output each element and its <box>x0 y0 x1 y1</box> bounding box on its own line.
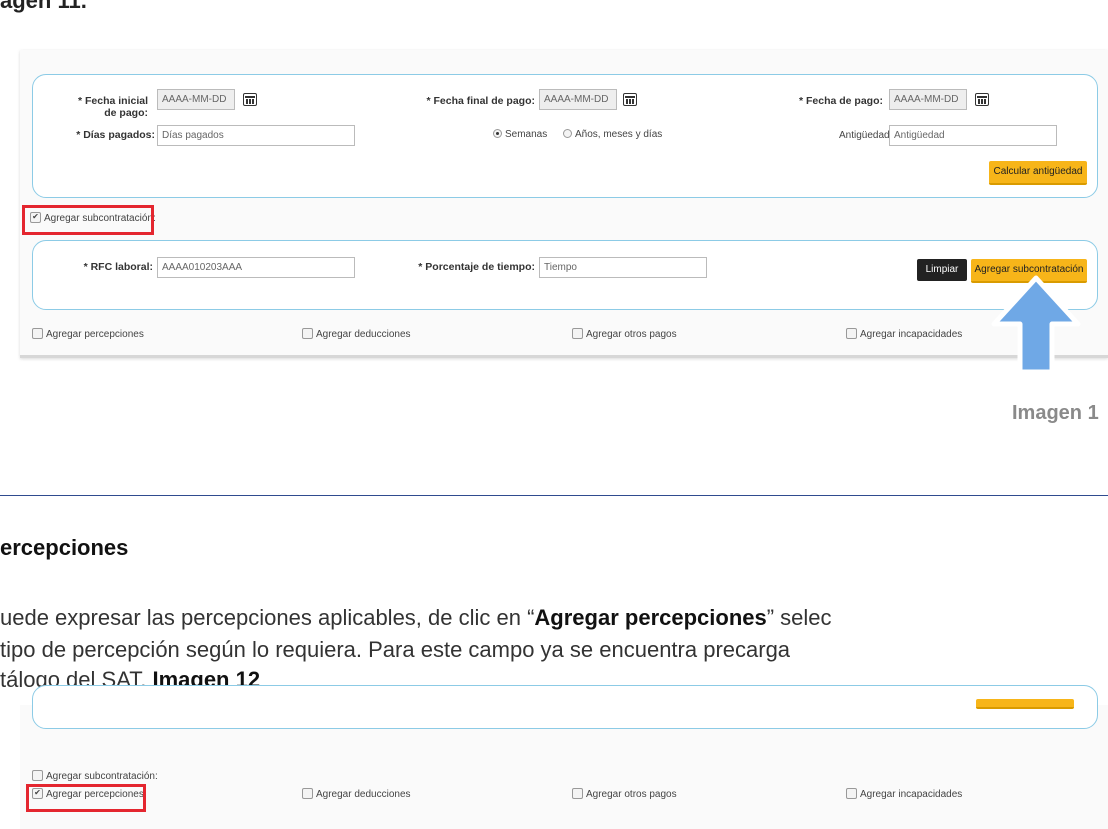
subcontratacion-panel: * RFC laboral: AAAA010203AAA * Porcentaj… <box>32 240 1098 310</box>
section-heading: ercepciones <box>0 535 129 560</box>
dias-pagados-label: * Días pagados: <box>76 129 155 141</box>
checkbox-icon <box>846 788 857 799</box>
subcontratacion-checkbox-label: Agregar subcontratación: <box>46 771 158 783</box>
paragraph-text: uede expresar las percepciones aplicable… <box>0 605 535 630</box>
calendar-icon[interactable] <box>623 93 637 106</box>
checkbox-icon <box>572 788 583 799</box>
section-divider <box>0 495 1108 496</box>
otros-pagos-checkbox[interactable]: Agregar otros pagos <box>572 328 677 341</box>
deducciones-checkbox[interactable]: Agregar deducciones <box>302 328 411 341</box>
paragraph-line-2: tipo de percepción según lo requiera. Pa… <box>0 637 791 662</box>
image-caption: Imagen 1 <box>1012 402 1099 424</box>
limpiar-button[interactable]: Limpiar <box>917 259 967 281</box>
checkbox-icon <box>572 328 583 339</box>
deducciones-checkbox[interactable]: Agregar deducciones <box>302 788 411 801</box>
radio-anos-label: Años, meses y días <box>575 129 663 140</box>
radio-anos[interactable]: Años, meses y días <box>563 128 663 140</box>
highlight-box <box>22 205 154 235</box>
highlight-box <box>26 784 146 812</box>
otros-pagos-label: Agregar otros pagos <box>586 329 677 341</box>
dias-pagados-input[interactable]: Días pagados <box>157 125 355 146</box>
deducciones-label: Agregar deducciones <box>316 329 411 341</box>
percepciones-checkbox[interactable]: Agregar percepciones <box>32 328 144 341</box>
panel-bottom-edge <box>32 685 1098 729</box>
porcentaje-label: * Porcentaje de tiempo: <box>418 261 535 273</box>
form-screenshot-2: Agregar subcontratación: ✔ Agregar percep… <box>20 685 1108 829</box>
percepciones-label: Agregar percepciones <box>46 329 144 341</box>
radio-icon <box>563 128 572 138</box>
calcular-antiguedad-button[interactable]: Calcular antigüedad <box>989 161 1087 185</box>
radio-icon <box>493 128 502 138</box>
calendar-icon[interactable] <box>243 93 257 106</box>
checkbox-icon <box>846 328 857 339</box>
otros-pagos-checkbox[interactable]: Agregar otros pagos <box>572 788 677 801</box>
checkbox-icon <box>32 328 43 339</box>
incapacidades-label: Agregar incapacidades <box>860 789 963 801</box>
fecha-inicial-input[interactable]: AAAA-MM-DD <box>157 89 235 110</box>
porcentaje-input[interactable]: Tiempo <box>539 257 707 278</box>
rfc-laboral-input[interactable]: AAAA010203AAA <box>157 257 355 278</box>
checkbox-icon <box>32 770 43 781</box>
form-screenshot-1: * Fecha inicial de pago: AAAA-MM-DD * Fe… <box>20 50 1108 358</box>
subcontratacion-checkbox[interactable]: Agregar subcontratación: <box>32 770 158 783</box>
arrow-up-icon <box>991 275 1081 375</box>
calendar-icon[interactable] <box>975 93 989 106</box>
payment-dates-panel: * Fecha inicial de pago: AAAA-MM-DD * Fe… <box>32 74 1098 198</box>
incapacidades-checkbox[interactable]: Agregar incapacidades <box>846 328 963 341</box>
calcular-antiguedad-button-partial[interactable] <box>976 699 1074 709</box>
fecha-pago-label: * Fecha de pago: <box>798 95 883 107</box>
paragraph-text: ” selec <box>766 605 832 630</box>
radio-semanas-label: Semanas <box>505 129 548 140</box>
paragraph-bold: Agregar percepciones <box>534 605 767 630</box>
radio-semanas[interactable]: Semanas <box>493 128 548 140</box>
incapacidades-label: Agregar incapacidades <box>860 329 963 341</box>
antiguedad-input[interactable]: Antigüedad <box>889 125 1057 146</box>
fecha-pago-input[interactable]: AAAA-MM-DD <box>889 89 967 110</box>
checkbox-icon <box>302 788 313 799</box>
fecha-final-input[interactable]: AAAA-MM-DD <box>539 89 617 110</box>
checkbox-icon <box>302 328 313 339</box>
rfc-laboral-label: * RFC laboral: <box>83 261 153 273</box>
fecha-final-label: * Fecha final de pago: <box>426 95 535 107</box>
doc-heading-top: agen 11. <box>0 0 87 13</box>
paragraph-line-1: uede expresar las percepciones aplicable… <box>0 605 832 631</box>
antiguedad-label: Antigüedad: <box>839 130 893 141</box>
otros-pagos-label: Agregar otros pagos <box>586 789 677 801</box>
incapacidades-checkbox[interactable]: Agregar incapacidades <box>846 788 963 801</box>
fecha-inicial-label: * Fecha inicial de pago: <box>77 95 148 119</box>
deducciones-label: Agregar deducciones <box>316 789 411 801</box>
